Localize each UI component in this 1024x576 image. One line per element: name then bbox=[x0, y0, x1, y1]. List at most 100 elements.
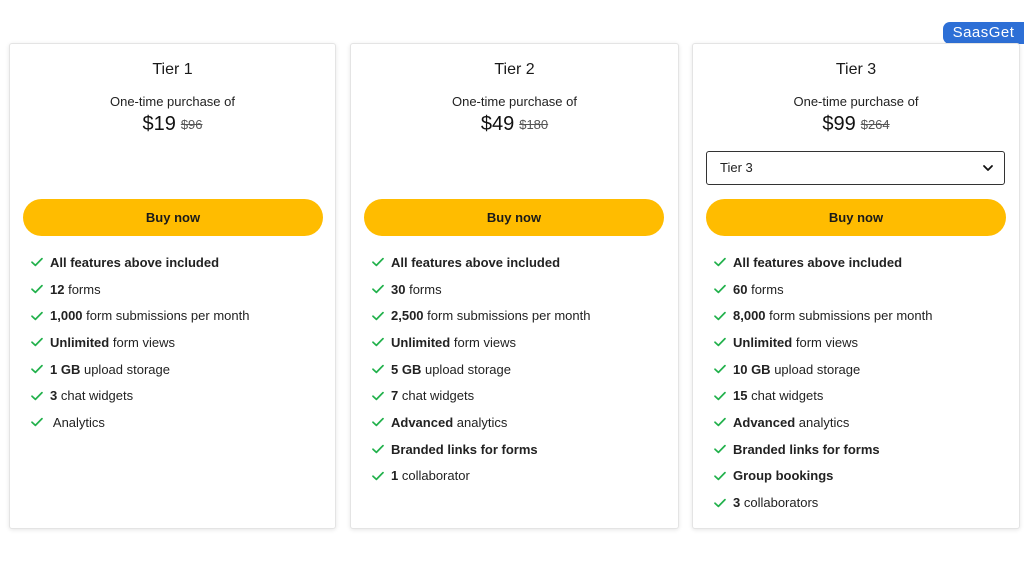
pricing-card-tier-1: Tier 1 One-time purchase of $19 $96 Buy n… bbox=[9, 43, 336, 529]
feature-item: All features above included bbox=[713, 249, 932, 276]
check-icon bbox=[372, 284, 384, 294]
feature-list: All features above included 12 forms 1,000 f… bbox=[30, 249, 249, 436]
feature-highlight: Branded links for forms bbox=[733, 441, 880, 457]
feature-highlight: Unlimited bbox=[50, 334, 110, 350]
feature-highlight: 12 bbox=[50, 281, 65, 297]
feature-text: collaborators bbox=[743, 495, 819, 511]
check-icon bbox=[372, 391, 384, 401]
check-icon bbox=[372, 418, 384, 427]
feature-item: 15 chat widgets bbox=[713, 382, 932, 409]
check-icon bbox=[714, 444, 726, 454]
original-price: $96 bbox=[180, 117, 203, 132]
pricing-card-tier-3: Tier 3 One-time purchase of $99 $264 Tier… bbox=[692, 43, 1020, 529]
purchase-label: One-time purchase of bbox=[109, 94, 235, 109]
feature-highlight: Branded links for forms bbox=[391, 441, 538, 457]
feature-item: Advanced analytics bbox=[713, 409, 932, 436]
feature-highlight: 10 GB bbox=[733, 361, 771, 377]
feature-text: forms bbox=[751, 281, 784, 297]
feature-text: upload storage bbox=[83, 361, 170, 377]
feature-highlight: All features above included bbox=[50, 254, 220, 270]
tier-title: Tier 1 bbox=[152, 61, 193, 78]
feature-highlight: All features above included bbox=[391, 254, 561, 270]
feature-item: 8,000 form submissions per month bbox=[713, 302, 932, 329]
price-row: $49 $180 bbox=[351, 113, 678, 136]
feature-highlight: 3 bbox=[733, 495, 741, 511]
feature-highlight: 8,000 bbox=[733, 308, 766, 324]
tier-select[interactable]: Tier 3 bbox=[706, 151, 1005, 185]
feature-text: form views bbox=[112, 334, 175, 350]
feature-text: Analytics bbox=[52, 414, 105, 430]
feature-item: Unlimited form views bbox=[371, 329, 590, 356]
feature-item: 12 forms bbox=[30, 276, 249, 303]
original-price: $264 bbox=[860, 117, 890, 132]
feature-highlight: Group bookings bbox=[733, 468, 834, 484]
price: $19 bbox=[142, 113, 176, 135]
price: $99 bbox=[822, 113, 856, 135]
price: $49 bbox=[480, 113, 515, 135]
brand-logo: SaasGet bbox=[943, 22, 1024, 44]
check-icon bbox=[714, 284, 726, 294]
chevron-down-icon bbox=[983, 165, 993, 171]
check-icon bbox=[714, 338, 726, 347]
buy-now-button[interactable]: Buy now bbox=[364, 199, 664, 236]
check-icon bbox=[31, 364, 43, 374]
feature-text: chat widgets bbox=[60, 388, 134, 404]
feature-text: forms bbox=[409, 281, 442, 297]
feature-list: All features above included 30 forms 2,500 f… bbox=[371, 249, 590, 489]
feature-highlight: 1 bbox=[391, 468, 399, 484]
feature-item: 3 collaborators bbox=[713, 489, 932, 516]
feature-highlight: 30 bbox=[391, 281, 406, 297]
check-icon bbox=[714, 471, 726, 481]
check-icon bbox=[31, 391, 43, 401]
feature-item: 2,500 form submissions per month bbox=[371, 302, 590, 329]
check-icon bbox=[372, 338, 384, 347]
check-icon bbox=[31, 311, 43, 320]
feature-item: 1 GB upload storage bbox=[30, 356, 249, 383]
check-icon bbox=[714, 418, 726, 427]
check-icon bbox=[714, 364, 726, 374]
feature-text: form submissions per month bbox=[427, 308, 591, 324]
feature-text: upload storage bbox=[774, 361, 861, 377]
price-row: $99 $264 bbox=[693, 113, 1019, 136]
check-icon bbox=[372, 471, 384, 481]
feature-item: 7 chat widgets bbox=[371, 382, 590, 409]
feature-highlight: 1 GB bbox=[50, 361, 81, 377]
purchase-label: One-time purchase of bbox=[451, 94, 577, 109]
feature-item: 5 GB upload storage bbox=[371, 356, 590, 383]
check-icon bbox=[372, 364, 384, 374]
feature-text: form submissions per month bbox=[86, 308, 250, 324]
tier-title: Tier 2 bbox=[494, 61, 535, 78]
check-icon bbox=[31, 258, 43, 267]
tier-title: Tier 3 bbox=[835, 61, 877, 78]
check-icon bbox=[714, 498, 726, 507]
check-icon bbox=[372, 311, 384, 320]
feature-text: analytics bbox=[798, 414, 850, 430]
check-icon bbox=[714, 311, 726, 320]
feature-highlight: Unlimited bbox=[733, 334, 793, 350]
feature-text: form views bbox=[795, 334, 858, 350]
feature-item: Advanced analytics bbox=[371, 409, 590, 436]
feature-item: Unlimited form views bbox=[30, 329, 249, 356]
feature-item: Group bookings bbox=[713, 463, 932, 490]
feature-highlight: 5 GB bbox=[391, 361, 422, 377]
feature-highlight: 15 bbox=[733, 388, 748, 404]
feature-item: Analytics bbox=[30, 409, 249, 436]
tier-select-value: Tier 3 bbox=[720, 160, 753, 175]
purchase-label: One-time purchase of bbox=[793, 94, 919, 109]
feature-item: 10 GB upload storage bbox=[713, 356, 932, 383]
feature-text: chat widgets bbox=[401, 388, 475, 404]
feature-highlight: Unlimited bbox=[391, 334, 451, 350]
check-icon bbox=[31, 284, 43, 294]
buy-now-button[interactable]: Buy now bbox=[23, 199, 323, 236]
pricing-card-tier-2: Tier 2 One-time purchase of $49 $180 Buy … bbox=[350, 43, 679, 529]
feature-item: All features above included bbox=[371, 249, 590, 276]
buy-now-button[interactable]: Buy now bbox=[706, 199, 1006, 236]
feature-list: All features above included 60 forms 8,000 f… bbox=[713, 249, 932, 516]
price-row: $19 $96 bbox=[10, 113, 335, 136]
feature-highlight: 60 bbox=[733, 281, 748, 297]
page-bottom-band bbox=[0, 537, 1024, 576]
check-icon bbox=[31, 338, 43, 347]
check-icon bbox=[714, 391, 726, 401]
check-icon bbox=[31, 418, 43, 427]
feature-highlight: 3 bbox=[50, 388, 58, 404]
